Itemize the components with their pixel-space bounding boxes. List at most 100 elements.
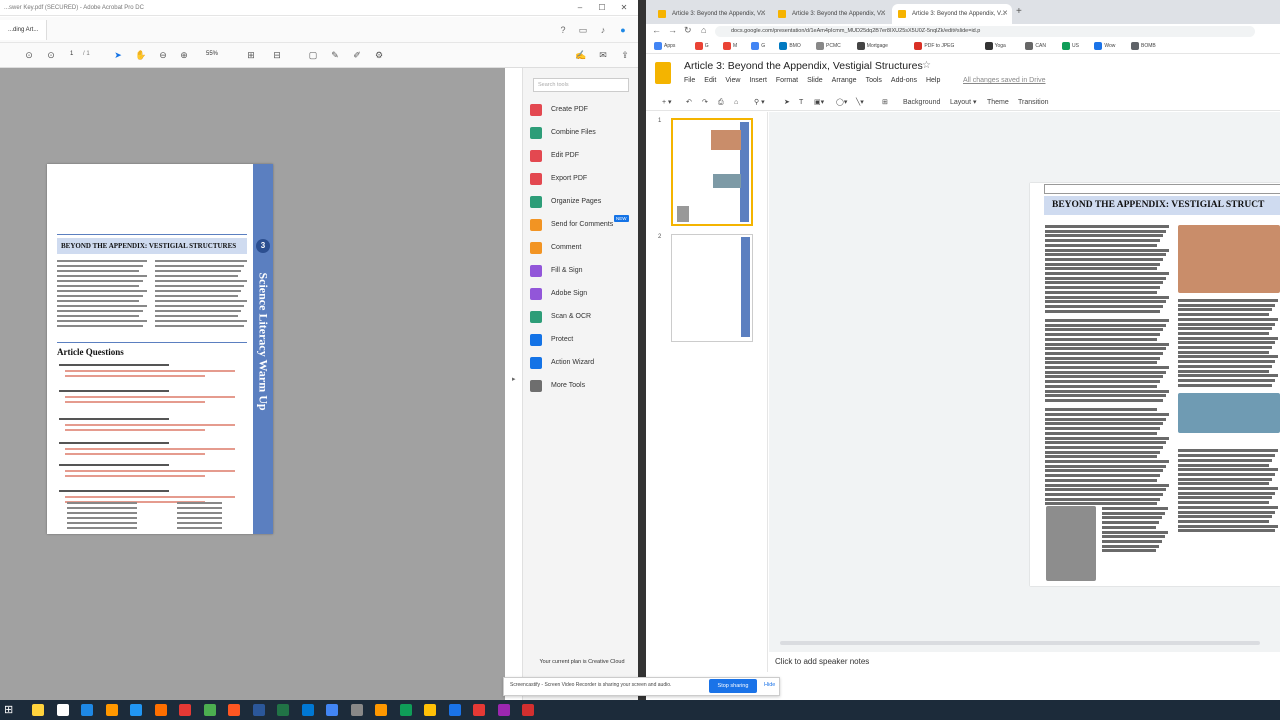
menu-arrange[interactable]: Arrange <box>832 77 857 84</box>
select-cursor-icon[interactable]: ➤ <box>111 48 125 62</box>
slide-editor[interactable]: BEYOND THE APPENDIX: VESTIGIAL STRUCT <box>1030 183 1280 586</box>
zoom-level[interactable]: 55% <box>206 51 218 57</box>
hand-tool-icon[interactable]: ✋ <box>134 48 148 62</box>
tool-protect[interactable]: Protect <box>530 332 573 348</box>
start-button[interactable]: ⊞ <box>4 703 13 717</box>
bookmark-item[interactable]: BMO <box>779 41 801 51</box>
background-button[interactable]: Background <box>903 97 940 108</box>
line-icon[interactable]: ╲▾ <box>856 97 864 108</box>
stop-sharing-button[interactable]: Stop sharing <box>709 679 757 693</box>
taskbar-app-icon[interactable] <box>448 704 461 716</box>
bookmark-item[interactable]: PCMC <box>816 41 841 51</box>
taskbar-app-icon[interactable] <box>130 704 142 716</box>
menu-format[interactable]: Format <box>776 77 798 84</box>
redo-icon[interactable]: ↷ <box>702 97 708 108</box>
undo-icon[interactable]: ↶ <box>686 97 692 108</box>
taskbar-app-icon[interactable] <box>375 704 387 716</box>
bookmark-item[interactable]: CAN <box>1025 41 1046 51</box>
title-placeholder[interactable] <box>1044 184 1280 194</box>
new-tab-button[interactable]: + <box>1016 6 1022 17</box>
chrome-tab[interactable]: Article 3: Beyond the Appendix, V... ✕ <box>772 4 890 24</box>
taskbar-app-icon[interactable] <box>228 704 240 716</box>
save-status[interactable]: All changes saved in Drive <box>963 77 1046 84</box>
menu-help[interactable]: Help <box>926 77 940 84</box>
tool-combine-files[interactable]: Combine Files <box>530 125 596 141</box>
taskbar-app-icon[interactable] <box>179 704 191 716</box>
reload-icon[interactable]: ↻ <box>684 25 692 36</box>
menu-edit[interactable]: Edit <box>704 77 716 84</box>
comment-tool-icon[interactable]: ▢ <box>306 48 320 62</box>
chrome-tab-active[interactable]: Article 3: Beyond the Appendix, V... ✕ <box>892 4 1012 24</box>
document-tab[interactable]: ...ding Art... <box>0 20 48 40</box>
highlight-icon[interactable]: ✐ <box>350 48 364 62</box>
email-icon[interactable]: ✉ <box>596 48 610 62</box>
slides-logo-icon[interactable] <box>655 62 671 84</box>
paint-format-icon[interactable]: ⌂ <box>734 97 738 108</box>
minimize-icon[interactable]: – <box>568 0 592 16</box>
bookmark-item[interactable]: Apps <box>654 41 675 51</box>
taskbar-app-icon[interactable] <box>203 704 216 716</box>
bell-icon[interactable]: ♪ <box>596 23 610 37</box>
tool-send-for-comments[interactable]: Send for Comments <box>530 217 613 233</box>
xray-image[interactable] <box>1046 506 1096 581</box>
sign-icon[interactable]: ✍ <box>574 48 588 62</box>
zoom-out-icon[interactable]: ⊖ <box>156 48 170 62</box>
tool-create-pdf[interactable]: Create PDF <box>530 102 588 118</box>
close-tab-icon[interactable]: ✕ <box>880 4 886 24</box>
taskbar-app-icon[interactable] <box>424 704 436 716</box>
taskbar-app-icon[interactable] <box>399 704 412 716</box>
slide-thumbnail-1[interactable] <box>671 118 753 226</box>
layout-button[interactable]: Layout ▾ <box>950 97 977 108</box>
new-slide-icon[interactable]: + ▾ <box>662 97 672 108</box>
shape-icon[interactable]: ◯▾ <box>836 97 847 108</box>
taskbar-app-icon[interactable] <box>154 704 167 716</box>
tool-action-wizard[interactable]: Action Wizard <box>530 355 594 371</box>
pen-icon[interactable]: ✎ <box>328 48 342 62</box>
taskbar-app-icon[interactable] <box>56 704 69 716</box>
close-tab-icon[interactable]: ✕ <box>1002 4 1008 24</box>
chrome-tab[interactable]: Article 3: Beyond the Appendix, V... ✕ <box>652 4 770 24</box>
bookmark-item[interactable]: G <box>751 41 765 51</box>
back-icon[interactable]: ← <box>652 25 661 35</box>
taskbar-app-icon[interactable] <box>326 704 338 716</box>
taskbar-app-icon[interactable] <box>522 704 534 716</box>
menu-insert[interactable]: Insert <box>749 77 767 84</box>
bookmark-item[interactable]: Yoga <box>984 41 1006 51</box>
taskbar-app-icon[interactable] <box>473 704 485 716</box>
tool-scan-ocr[interactable]: Scan & OCR <box>530 309 591 325</box>
bookmark-item[interactable]: Mortgage <box>856 41 888 51</box>
share-icon[interactable]: ⇪ <box>618 48 632 62</box>
taskbar-app-icon[interactable] <box>252 704 265 716</box>
page-down-icon[interactable]: ⊙ <box>44 48 58 62</box>
search-tools-input[interactable]: Search tools <box>533 78 629 92</box>
bookmark-item[interactable]: M <box>723 41 737 51</box>
close-icon[interactable]: ✕ <box>612 0 636 16</box>
fit-page-icon[interactable]: ⊞ <box>244 48 258 62</box>
print-icon[interactable]: ⎙ <box>718 97 724 108</box>
tool-organize-pages[interactable]: Organize Pages <box>530 194 601 210</box>
taskbar-app-icon[interactable] <box>497 704 510 716</box>
home-icon[interactable]: ⌂ <box>701 25 706 35</box>
tool-adobe-sign[interactable]: Adobe Sign <box>530 286 587 302</box>
url-bar[interactable]: docs.google.com/presentation/d/1eAm4pIcm… <box>715 26 1255 37</box>
bookmark-item[interactable]: PDF to JPEG <box>914 41 954 51</box>
page-up-icon[interactable]: ⊙ <box>22 48 36 62</box>
stamp-icon[interactable]: ⚙ <box>372 48 386 62</box>
zoom-icon[interactable]: ⚲ ▾ <box>754 97 765 108</box>
menu-add-ons[interactable]: Add-ons <box>891 77 917 84</box>
menu-tools[interactable]: Tools <box>866 77 882 84</box>
tool-more-tools[interactable]: More Tools <box>530 378 585 394</box>
zoom-in-icon[interactable]: ⊕ <box>177 48 191 62</box>
page-number-input[interactable]: 1 <box>70 51 73 57</box>
tool-edit-pdf[interactable]: Edit PDF <box>530 148 579 164</box>
horizontal-scrollbar[interactable] <box>780 641 1260 645</box>
bookmark-item[interactable]: Wow <box>1094 41 1115 51</box>
close-tab-icon[interactable]: ✕ <box>760 4 766 24</box>
ear-image[interactable] <box>1178 225 1280 293</box>
bookmark-item[interactable]: BOMB <box>1131 41 1156 51</box>
collapse-panel-icon[interactable]: ▸ <box>512 375 516 383</box>
bookmark-item[interactable]: US <box>1062 41 1079 51</box>
taskbar-app-icon[interactable] <box>81 704 93 716</box>
taskbar-app-icon[interactable] <box>350 704 363 716</box>
maximize-icon[interactable]: ☐ <box>590 0 614 16</box>
